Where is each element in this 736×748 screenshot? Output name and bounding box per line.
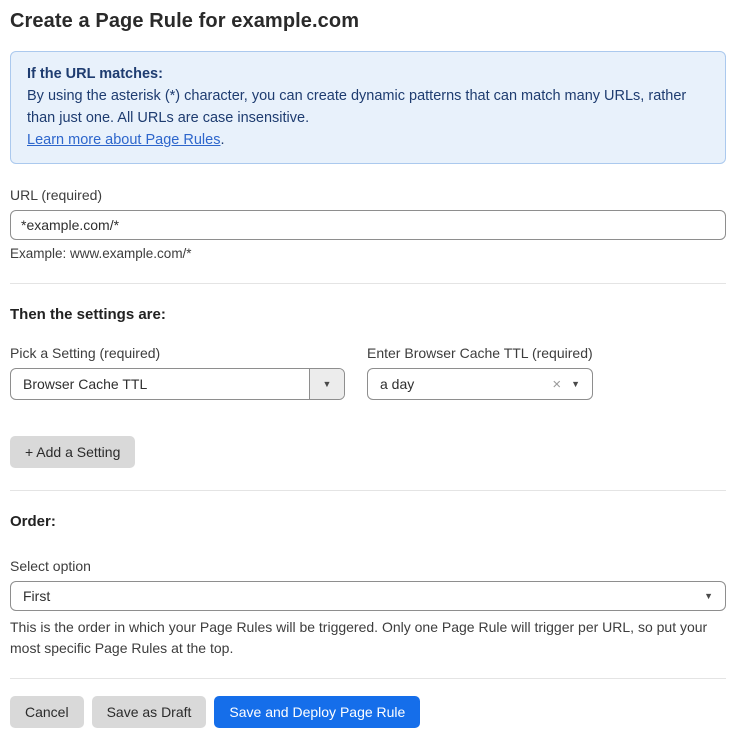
divider [10,490,726,491]
settings-row: Pick a Setting (required) Browser Cache … [10,345,726,400]
order-select-value: First [11,588,704,604]
chevron-down-icon: ▼ [571,380,592,389]
save-as-draft-button[interactable]: Save as Draft [92,696,207,728]
divider [10,678,726,679]
info-box-body: By using the asterisk (*) character, you… [27,85,709,129]
chevron-down-icon: ▼ [323,380,332,389]
page-title: Create a Page Rule for example.com [10,10,726,33]
url-field-helper: Example: www.example.com/* [10,246,726,261]
ttl-picker-value: a day [368,376,552,392]
settings-section-heading: Then the settings are: [10,306,726,323]
clear-icon[interactable]: × [552,377,571,392]
setting-picker-select[interactable]: Browser Cache TTL ▼ [10,368,345,400]
cancel-button[interactable]: Cancel [10,696,84,728]
url-match-info-box: If the URL matches: By using the asteris… [10,51,726,164]
setting-picker-label: Pick a Setting (required) [10,345,345,361]
order-section-heading: Order: [10,513,726,530]
ttl-picker-group: Enter Browser Cache TTL (required) a day… [367,345,593,400]
save-and-deploy-button[interactable]: Save and Deploy Page Rule [214,696,420,728]
setting-picker-value: Browser Cache TTL [11,376,309,392]
info-box-heading: If the URL matches: [27,63,709,85]
ttl-picker-select[interactable]: a day × ▼ [367,368,593,400]
add-setting-button[interactable]: + Add a Setting [10,436,135,468]
chevron-down-icon: ▼ [704,592,725,601]
url-field-label: URL (required) [10,187,726,203]
learn-more-link[interactable]: Learn more about Page Rules [27,132,220,148]
page-rule-form: Create a Page Rule for example.com If th… [0,0,736,748]
link-suffix: . [220,132,224,148]
url-input[interactable] [10,210,726,240]
divider [10,283,726,284]
footer-button-row: Cancel Save as Draft Save and Deploy Pag… [10,696,726,728]
setting-picker-arrow-section[interactable]: ▼ [309,369,344,399]
order-helper-text: This is the order in which your Page Rul… [10,617,726,659]
setting-picker-group: Pick a Setting (required) Browser Cache … [10,345,345,400]
ttl-picker-label: Enter Browser Cache TTL (required) [367,345,593,361]
order-select-label: Select option [10,558,726,574]
info-box-link-line: Learn more about Page Rules. [27,129,709,151]
order-select[interactable]: First ▼ [10,581,726,611]
